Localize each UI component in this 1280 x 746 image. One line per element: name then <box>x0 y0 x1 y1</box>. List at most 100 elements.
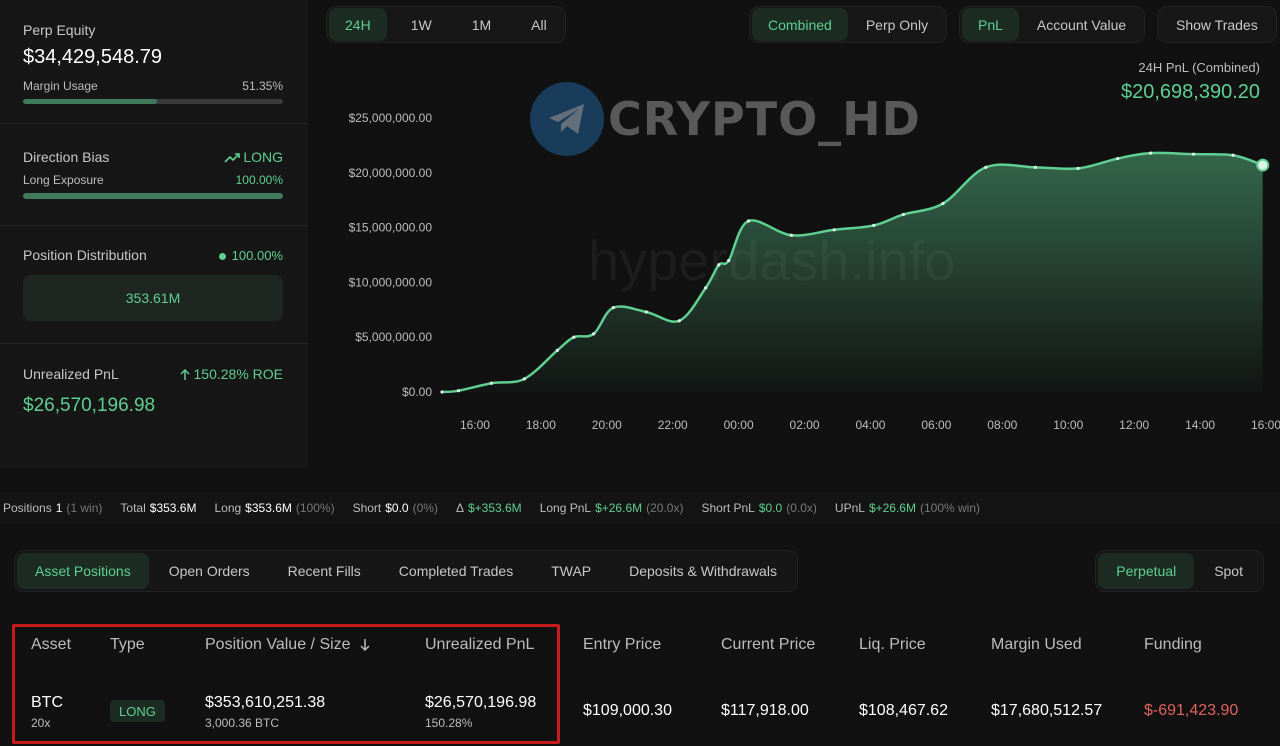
pnl-data-point <box>489 381 494 385</box>
position-distribution-label: Position Distribution <box>23 247 147 263</box>
pnl-data-point <box>440 390 444 394</box>
pnl-data-point <box>1076 166 1080 171</box>
positions-summary-strip: Positions 1 (1 win) Total $353.6M Long $353.… <box>0 492 1280 524</box>
pnl-data-point <box>456 389 461 393</box>
y-tick-label: $15,000,000.00 <box>349 221 433 235</box>
tab-spot[interactable]: Spot <box>1196 553 1261 589</box>
roe-value: 150.28% ROE <box>179 366 283 382</box>
pnl-data-point <box>704 286 708 290</box>
pnl-data-point <box>1191 152 1196 156</box>
tab-twap[interactable]: TWAP <box>533 553 609 589</box>
unrealized-pnl-block: Unrealized PnL 150.28% ROE $26,570,196.9… <box>23 366 283 417</box>
summary-positions: Positions 1 (1 win) <box>3 501 103 515</box>
timeframe-24h[interactable]: 24H <box>329 8 387 41</box>
metric-account-value[interactable]: Account Value <box>1021 8 1142 41</box>
col-header-entry-price[interactable]: Entry Price <box>583 636 661 654</box>
perp-equity-label: Perp Equity <box>23 22 96 38</box>
highlight-box <box>12 624 560 744</box>
trending-up-icon <box>224 153 241 163</box>
pnl-data-point <box>592 332 596 336</box>
show-trades-toggle: Show Trades <box>1157 6 1277 43</box>
position-distribution-bar[interactable]: 353.61M <box>23 275 283 321</box>
divider <box>0 343 308 344</box>
timeframe-selector: 24H 1W 1M All <box>326 6 566 43</box>
x-tick-label: 14:00 <box>1185 418 1215 432</box>
tab-perpetual[interactable]: Perpetual <box>1098 553 1195 589</box>
unrealized-pnl-label: Unrealized PnL <box>23 366 119 382</box>
metric-selector: PnL Account Value <box>959 6 1146 43</box>
cell-entry-price: $109,000.30 <box>583 702 672 719</box>
pnl-data-point <box>1033 165 1037 169</box>
x-tick-label: 16:00 <box>460 418 490 432</box>
x-tick-label: 16:00 <box>1251 418 1280 432</box>
tab-recent-fills[interactable]: Recent Fills <box>270 553 379 589</box>
x-tick-label: 02:00 <box>790 418 820 432</box>
margin-usage-bar <box>23 99 283 104</box>
telegram-logo-icon <box>530 82 604 156</box>
summary-delta: Δ $+353.6M <box>455 501 522 515</box>
x-tick-label: 10:00 <box>1053 418 1083 432</box>
pnl-data-point <box>901 212 906 217</box>
mode-perp-only[interactable]: Perp Only <box>850 8 944 41</box>
long-exposure-bar <box>23 193 283 199</box>
tab-deposits-withdrawals[interactable]: Deposits & Withdrawals <box>611 553 795 589</box>
cell-current-price: $117,918.00 <box>721 702 809 719</box>
pnl-data-point <box>522 377 526 381</box>
summary-short: Short $0.0 (0%) <box>352 501 438 515</box>
position-distribution-pct: 100.00% <box>218 248 283 263</box>
y-tick-label: $25,000,000.00 <box>349 111 433 125</box>
pnl-data-point <box>611 306 615 310</box>
x-tick-label: 06:00 <box>921 418 951 432</box>
pnl-data-point <box>717 263 721 267</box>
metric-pnl[interactable]: PnL <box>962 8 1019 41</box>
direction-bias-label: Direction Bias <box>23 149 110 165</box>
direction-bias-block: Direction Bias LONG Long Exposure 100.00… <box>23 149 283 199</box>
arrow-up-icon <box>179 369 190 381</box>
positions-tabs: Asset Positions Open Orders Recent Fills… <box>14 550 798 592</box>
direction-bias-value: LONG <box>224 149 283 165</box>
summary-short-pnl: Short PnL $0.0 (0.0x) <box>701 501 817 515</box>
cell-funding: $-691,423.90 <box>1144 702 1239 719</box>
account-stats-panel: Perp Equity $34,429,548.79 Margin Usage … <box>0 0 308 468</box>
tab-completed-trades[interactable]: Completed Trades <box>381 553 531 589</box>
col-header-liq-price[interactable]: Liq. Price <box>859 636 926 654</box>
pnl-data-point <box>644 310 648 314</box>
timeframe-1m[interactable]: 1M <box>456 8 507 41</box>
pnl-data-point <box>677 319 681 323</box>
margin-usage-label: Margin Usage <box>23 79 98 93</box>
tab-open-orders[interactable]: Open Orders <box>151 553 268 589</box>
long-dot-icon <box>218 252 226 260</box>
dashboard: Perp Equity $34,429,548.79 Margin Usage … <box>0 0 1280 746</box>
col-header-margin-used[interactable]: Margin Used <box>991 636 1082 654</box>
pnl-data-point <box>572 335 576 339</box>
show-trades-button[interactable]: Show Trades <box>1160 8 1274 41</box>
summary-long-pnl: Long PnL $+26.6M (20.0x) <box>539 501 684 515</box>
perp-equity-value: $34,429,548.79 <box>23 46 163 68</box>
pnl-current-point <box>1256 158 1270 172</box>
unrealized-pnl-value: $26,570,196.98 <box>23 395 156 416</box>
mode-combined[interactable]: Combined <box>752 8 848 41</box>
pnl-data-point <box>1231 153 1235 157</box>
y-tick-label: $5,000,000.00 <box>355 330 432 344</box>
long-exposure-label: Long Exposure <box>23 173 104 187</box>
x-tick-label: 12:00 <box>1119 418 1149 432</box>
perp-equity-block: Perp Equity $34,429,548.79 Margin Usage … <box>23 22 283 104</box>
margin-usage-value: 51.35% <box>242 79 283 93</box>
timeframe-all[interactable]: All <box>515 8 563 41</box>
margin-usage-fill <box>23 99 157 104</box>
position-distribution-block: Position Distribution 100.00% 353.61M <box>23 247 283 321</box>
summary-upnl: UPnL $+26.6M (100% win) <box>834 501 981 515</box>
col-header-funding[interactable]: Funding <box>1144 636 1202 654</box>
col-header-current-price[interactable]: Current Price <box>721 636 815 654</box>
pnl-data-point <box>872 223 876 228</box>
x-tick-label: 04:00 <box>855 418 885 432</box>
cell-liq-price: $108,467.62 <box>859 702 948 719</box>
y-tick-label: $20,000,000.00 <box>349 166 433 180</box>
timeframe-1w[interactable]: 1W <box>395 8 448 41</box>
tab-asset-positions[interactable]: Asset Positions <box>17 553 149 589</box>
long-exposure-fill <box>23 193 283 199</box>
pnl-data-point <box>727 258 731 263</box>
divider <box>0 225 308 226</box>
summary-long: Long $353.6M (100%) <box>214 501 335 515</box>
brand-watermark-text: CRYPTO_HD <box>608 92 921 146</box>
